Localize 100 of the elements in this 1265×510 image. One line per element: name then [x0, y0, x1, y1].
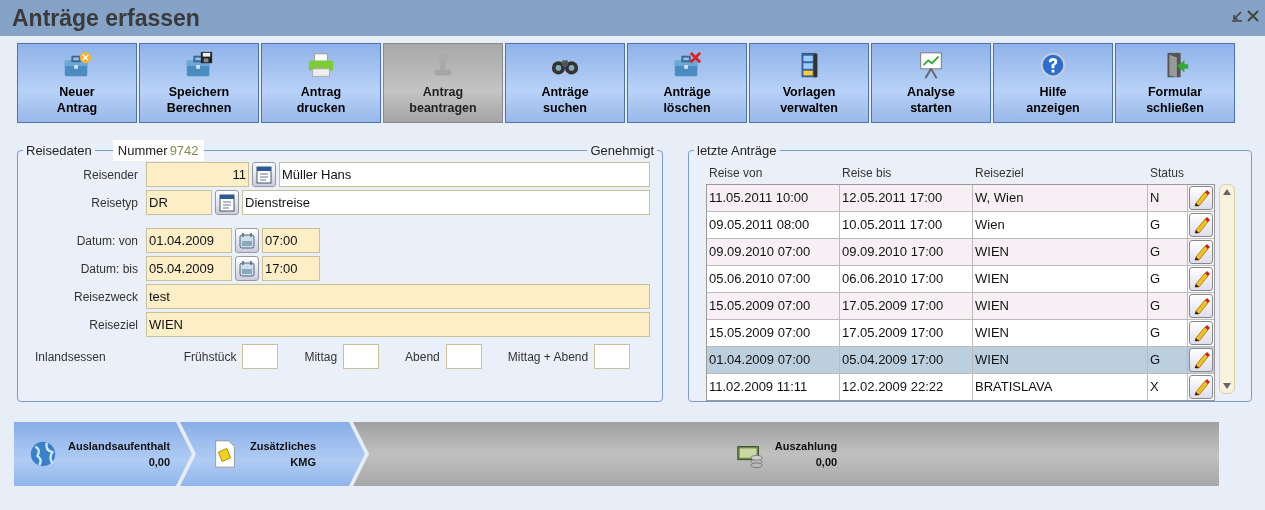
- toolbar-button[interactable]: Anträge löschen: [627, 43, 747, 123]
- table-row[interactable]: 09.09.2010 07:00 09.09.2010 17:00 WIEN G: [707, 239, 1214, 266]
- table-cell: N: [1148, 185, 1188, 211]
- pencil-icon: [1192, 324, 1210, 342]
- toolbar-button[interactable]: Speichern Berechnen: [139, 43, 259, 123]
- field-label: Frühstück: [183, 349, 237, 364]
- input-field[interactable]: [594, 344, 631, 369]
- close-icon[interactable]: [1247, 10, 1259, 22]
- list-icon: [218, 193, 236, 212]
- field-label: Reisezweck: [72, 289, 138, 304]
- calendar-button[interactable]: [235, 256, 259, 281]
- table-cell: 17.05.2009 17:00: [840, 320, 973, 346]
- table-cell: 09.09.2010 17:00: [840, 239, 973, 265]
- field-label: Reisender: [82, 167, 138, 182]
- table-cell: G: [1148, 293, 1188, 319]
- table-cell: WIEN: [973, 320, 1148, 346]
- table-cell: WIEN: [973, 266, 1148, 292]
- scroll-down-icon[interactable]: [1223, 383, 1231, 389]
- pencil-icon: [1192, 351, 1210, 369]
- edit-button[interactable]: [1189, 321, 1213, 345]
- table-row[interactable]: 15.05.2009 07:00 17.05.2009 17:00 WIEN G: [707, 293, 1214, 320]
- input-field[interactable]: [445, 344, 482, 369]
- input-field[interactable]: Dienstreise: [242, 190, 650, 215]
- edit-button[interactable]: [1189, 375, 1213, 399]
- date-field[interactable]: 01.04.2009: [146, 228, 232, 253]
- scroll-up-icon[interactable]: [1223, 189, 1231, 195]
- list-icon: [255, 165, 273, 184]
- input-field[interactable]: DR: [146, 190, 212, 215]
- pencil-icon: [1192, 243, 1210, 261]
- field-label: Reiseziel: [88, 317, 138, 332]
- table-cell: 15.05.2009 07:00: [707, 293, 840, 319]
- table-cell: WIEN: [973, 347, 1148, 373]
- field-label: Mittag + Abend: [507, 349, 589, 364]
- number-value: 9742: [169, 142, 199, 158]
- table-cell: 05.04.2009 17:00: [840, 347, 973, 373]
- input-field[interactable]: [343, 344, 380, 369]
- table-row[interactable]: 15.05.2009 07:00 17.05.2009 17:00 WIEN G: [707, 320, 1214, 347]
- table-cell: 12.05.2011 17:00: [840, 185, 973, 211]
- toolbar-button[interactable]: Antrag drucken: [261, 43, 381, 123]
- input-field[interactable]: [242, 344, 279, 369]
- field-label: Inlandsessen: [35, 349, 106, 364]
- list-picker-button[interactable]: [215, 190, 239, 215]
- input-field[interactable]: Müller Hans: [279, 162, 650, 187]
- toolbar-button[interactable]: Anträge suchen: [505, 43, 625, 123]
- calendar-icon: [238, 259, 256, 278]
- table-cell: 06.06.2010 17:00: [840, 266, 973, 292]
- step-button[interactable]: Auszahlung 0,00: [353, 422, 1219, 486]
- table-row[interactable]: 05.06.2010 07:00 06.06.2010 17:00 WIEN G: [707, 266, 1214, 293]
- field-label: Abend: [405, 349, 440, 364]
- pencil-icon: [1192, 378, 1210, 396]
- scrollbar[interactable]: [1219, 184, 1235, 394]
- toolbar-button[interactable]: Neuer Antrag: [17, 43, 137, 123]
- minimize-icon[interactable]: [1231, 10, 1243, 22]
- list-picker-button[interactable]: [252, 162, 276, 187]
- table-cell: 17.05.2009 17:00: [840, 293, 973, 319]
- table-cell: 11.05.2011 10:00: [707, 185, 840, 211]
- input-field[interactable]: test: [146, 284, 650, 309]
- step-button[interactable]: Auslandsaufenthalt 0,00: [14, 422, 192, 486]
- input-field[interactable]: WIEN: [146, 312, 650, 337]
- table-row[interactable]: 11.05.2011 10:00 12.05.2011 17:00 W, Wien N: [707, 185, 1214, 212]
- table-cell: BRATISLAVA: [973, 374, 1148, 400]
- window-title: Anträge erfassen: [12, 4, 200, 32]
- time-field[interactable]: 07:00: [262, 228, 320, 253]
- table-cell: 12.02.2009 22:22: [840, 374, 973, 400]
- table-cell: WIEN: [973, 239, 1148, 265]
- table-cell: G: [1148, 239, 1188, 265]
- column-header: Reise von: [708, 166, 764, 182]
- edit-button[interactable]: [1189, 213, 1213, 237]
- step-button[interactable]: Zusätzliches KMG: [180, 422, 365, 486]
- toolbar-button[interactable]: Formular schließen: [1115, 43, 1235, 123]
- edit-button[interactable]: [1189, 294, 1213, 318]
- edit-button[interactable]: [1189, 267, 1213, 291]
- table-cell: G: [1148, 212, 1188, 238]
- edit-button[interactable]: [1189, 348, 1213, 372]
- pencil-icon: [1192, 189, 1210, 207]
- table-cell: 10.05.2011 17:00: [840, 212, 973, 238]
- toolbar-button[interactable]: Hilfe anzeigen: [993, 43, 1113, 123]
- edit-button[interactable]: [1189, 186, 1213, 210]
- table-cell: W, Wien: [973, 185, 1148, 211]
- field-label: Datum: bis: [79, 261, 138, 276]
- pencil-icon: [1192, 270, 1210, 288]
- edit-button[interactable]: [1189, 240, 1213, 264]
- globe-icon: [28, 439, 58, 469]
- field-label: Datum: von: [75, 233, 138, 248]
- date-field[interactable]: 05.04.2009: [146, 256, 232, 281]
- table-cell: WIEN: [973, 293, 1148, 319]
- table-cell: 11.02.2009 11:11: [707, 374, 840, 400]
- table-row[interactable]: 11.02.2009 11:11 12.02.2009 22:22 BRATISLAVA X: [707, 374, 1214, 400]
- table-cell: 09.05.2011 08:00: [707, 212, 840, 238]
- field-label: Reisetyp: [90, 195, 138, 210]
- toolbar-button[interactable]: Analyse starten: [871, 43, 991, 123]
- table-row[interactable]: 09.05.2011 08:00 10.05.2011 17:00 Wien G: [707, 212, 1214, 239]
- table-cell: Wien: [973, 212, 1148, 238]
- input-field[interactable]: 11: [146, 162, 249, 187]
- calendar-button[interactable]: [235, 228, 259, 253]
- pencil-icon: [1192, 216, 1210, 234]
- table-cell: 05.06.2010 07:00: [707, 266, 840, 292]
- time-field[interactable]: 17:00: [262, 256, 320, 281]
- toolbar-button[interactable]: Vorlagen verwalten: [749, 43, 869, 123]
- table-row[interactable]: 01.04.2009 07:00 05.04.2009 17:00 WIEN G: [707, 347, 1214, 374]
